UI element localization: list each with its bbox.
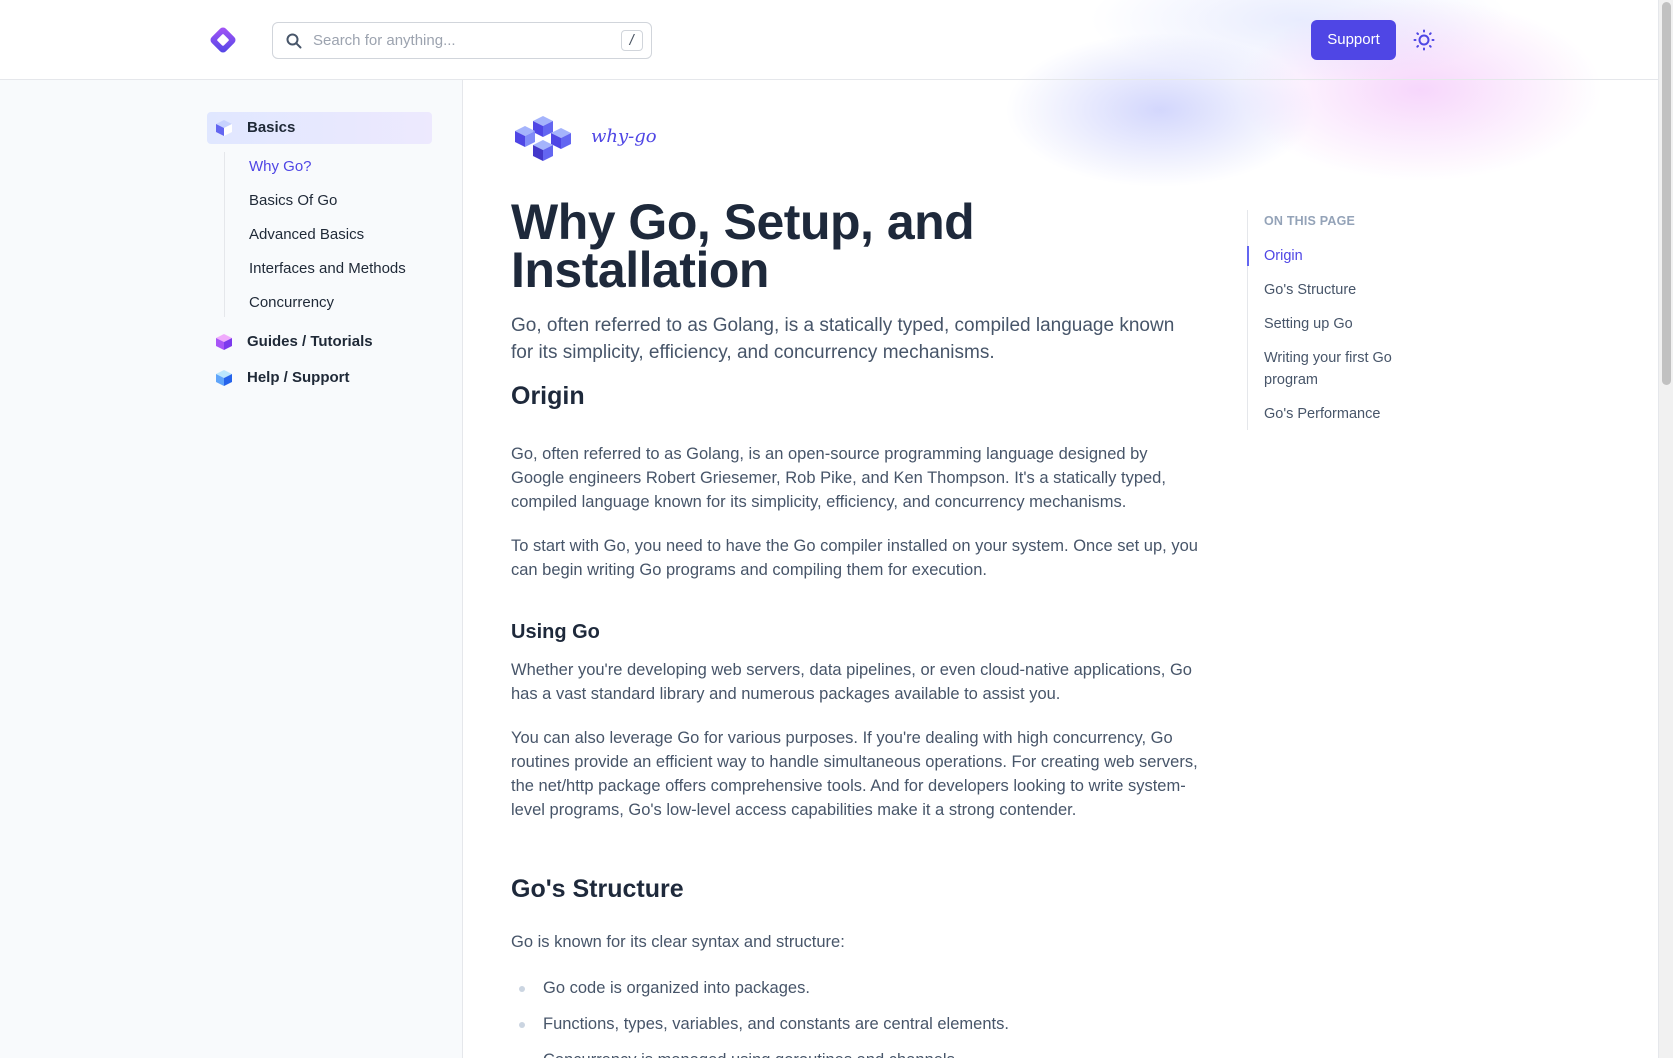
on-this-page-toc: ON THIS PAGE Origin Go's Structure Setti… (1247, 210, 1437, 430)
search-shortcut-key: / (621, 30, 643, 51)
sidebar-item-basics-of-go[interactable]: Basics Of Go (249, 192, 337, 209)
sidebar-item-advanced-basics[interactable]: Advanced Basics (249, 226, 364, 243)
using-go-paragraph-2: You can also leverage Go for various pur… (511, 729, 1198, 819)
scrollbar-thumb[interactable] (1662, 2, 1671, 385)
toc-item-setting-up-go[interactable]: Setting up Go (1264, 313, 1434, 335)
sidebar-group-guides-tutorials[interactable]: Guides / Tutorials (207, 326, 432, 358)
toc-title: ON THIS PAGE (1264, 214, 1356, 228)
structure-intro: Go is known for its clear syntax and str… (511, 933, 845, 951)
toc-item-origin[interactable]: Origin (1264, 245, 1434, 267)
structure-list: Go code is organized into packages. Func… (511, 976, 1201, 1058)
origin-paragraph-1: Go, often referred to as Golang, is an o… (511, 445, 1166, 511)
top-header: Search for anything... / Support (0, 0, 1658, 80)
sidebar-group-label: Basics (247, 119, 296, 136)
sidebar-subnav: Why Go? Basics Of Go Advanced Basics Int… (224, 152, 424, 317)
list-item: Functions, types, variables, and constan… (511, 1012, 1201, 1048)
toc-item-gos-performance[interactable]: Go's Performance (1264, 403, 1434, 425)
using-go-paragraph-1: Whether you're developing web servers, d… (511, 661, 1192, 703)
sidebar-item-why-go[interactable]: Why Go? (249, 158, 312, 175)
sidebar: Basics Why Go? Basics Of Go Advanced Bas… (0, 80, 463, 1058)
sun-icon[interactable] (1412, 28, 1436, 52)
cube-icon (216, 334, 232, 350)
heading-using-go: Using Go (511, 621, 600, 643)
search-input[interactable]: Search for anything... / (272, 22, 652, 59)
sidebar-group-label: Guides / Tutorials (247, 333, 373, 350)
page-lead: Go, often referred to as Golang, is a st… (511, 315, 1175, 363)
sidebar-item-interfaces-and-methods[interactable]: Interfaces and Methods (249, 260, 406, 277)
app-logo-icon[interactable] (207, 24, 239, 56)
list-item: Go code is organized into packages. (511, 976, 1201, 1012)
search-placeholder: Search for anything... (313, 32, 456, 49)
search-icon (286, 33, 302, 49)
heading-gos-structure: Go's Structure (511, 875, 684, 903)
sidebar-item-concurrency[interactable]: Concurrency (249, 294, 334, 311)
sidebar-group-basics[interactable]: Basics (207, 112, 432, 144)
sidebar-group-label: Help / Support (247, 369, 350, 386)
cube-icon (216, 370, 232, 386)
support-button[interactable]: Support (1311, 20, 1396, 60)
toc-item-writing-first-program[interactable]: Writing your first Go program (1264, 347, 1434, 391)
origin-paragraph-2: To start with Go, you need to have the G… (511, 537, 1198, 579)
toc-active-marker (1247, 246, 1249, 266)
list-item: Concurrency is managed using goroutines … (511, 1048, 1201, 1058)
cube-icon (216, 120, 232, 136)
brand-wordmark: why-go (591, 126, 657, 147)
toc-item-gos-structure[interactable]: Go's Structure (1264, 279, 1434, 301)
page-title: Why Go, Setup, and Installation (511, 194, 975, 298)
heading-origin: Origin (511, 382, 585, 410)
sidebar-group-help-support[interactable]: Help / Support (207, 362, 432, 394)
page-scrollbar[interactable] (1658, 0, 1673, 1058)
